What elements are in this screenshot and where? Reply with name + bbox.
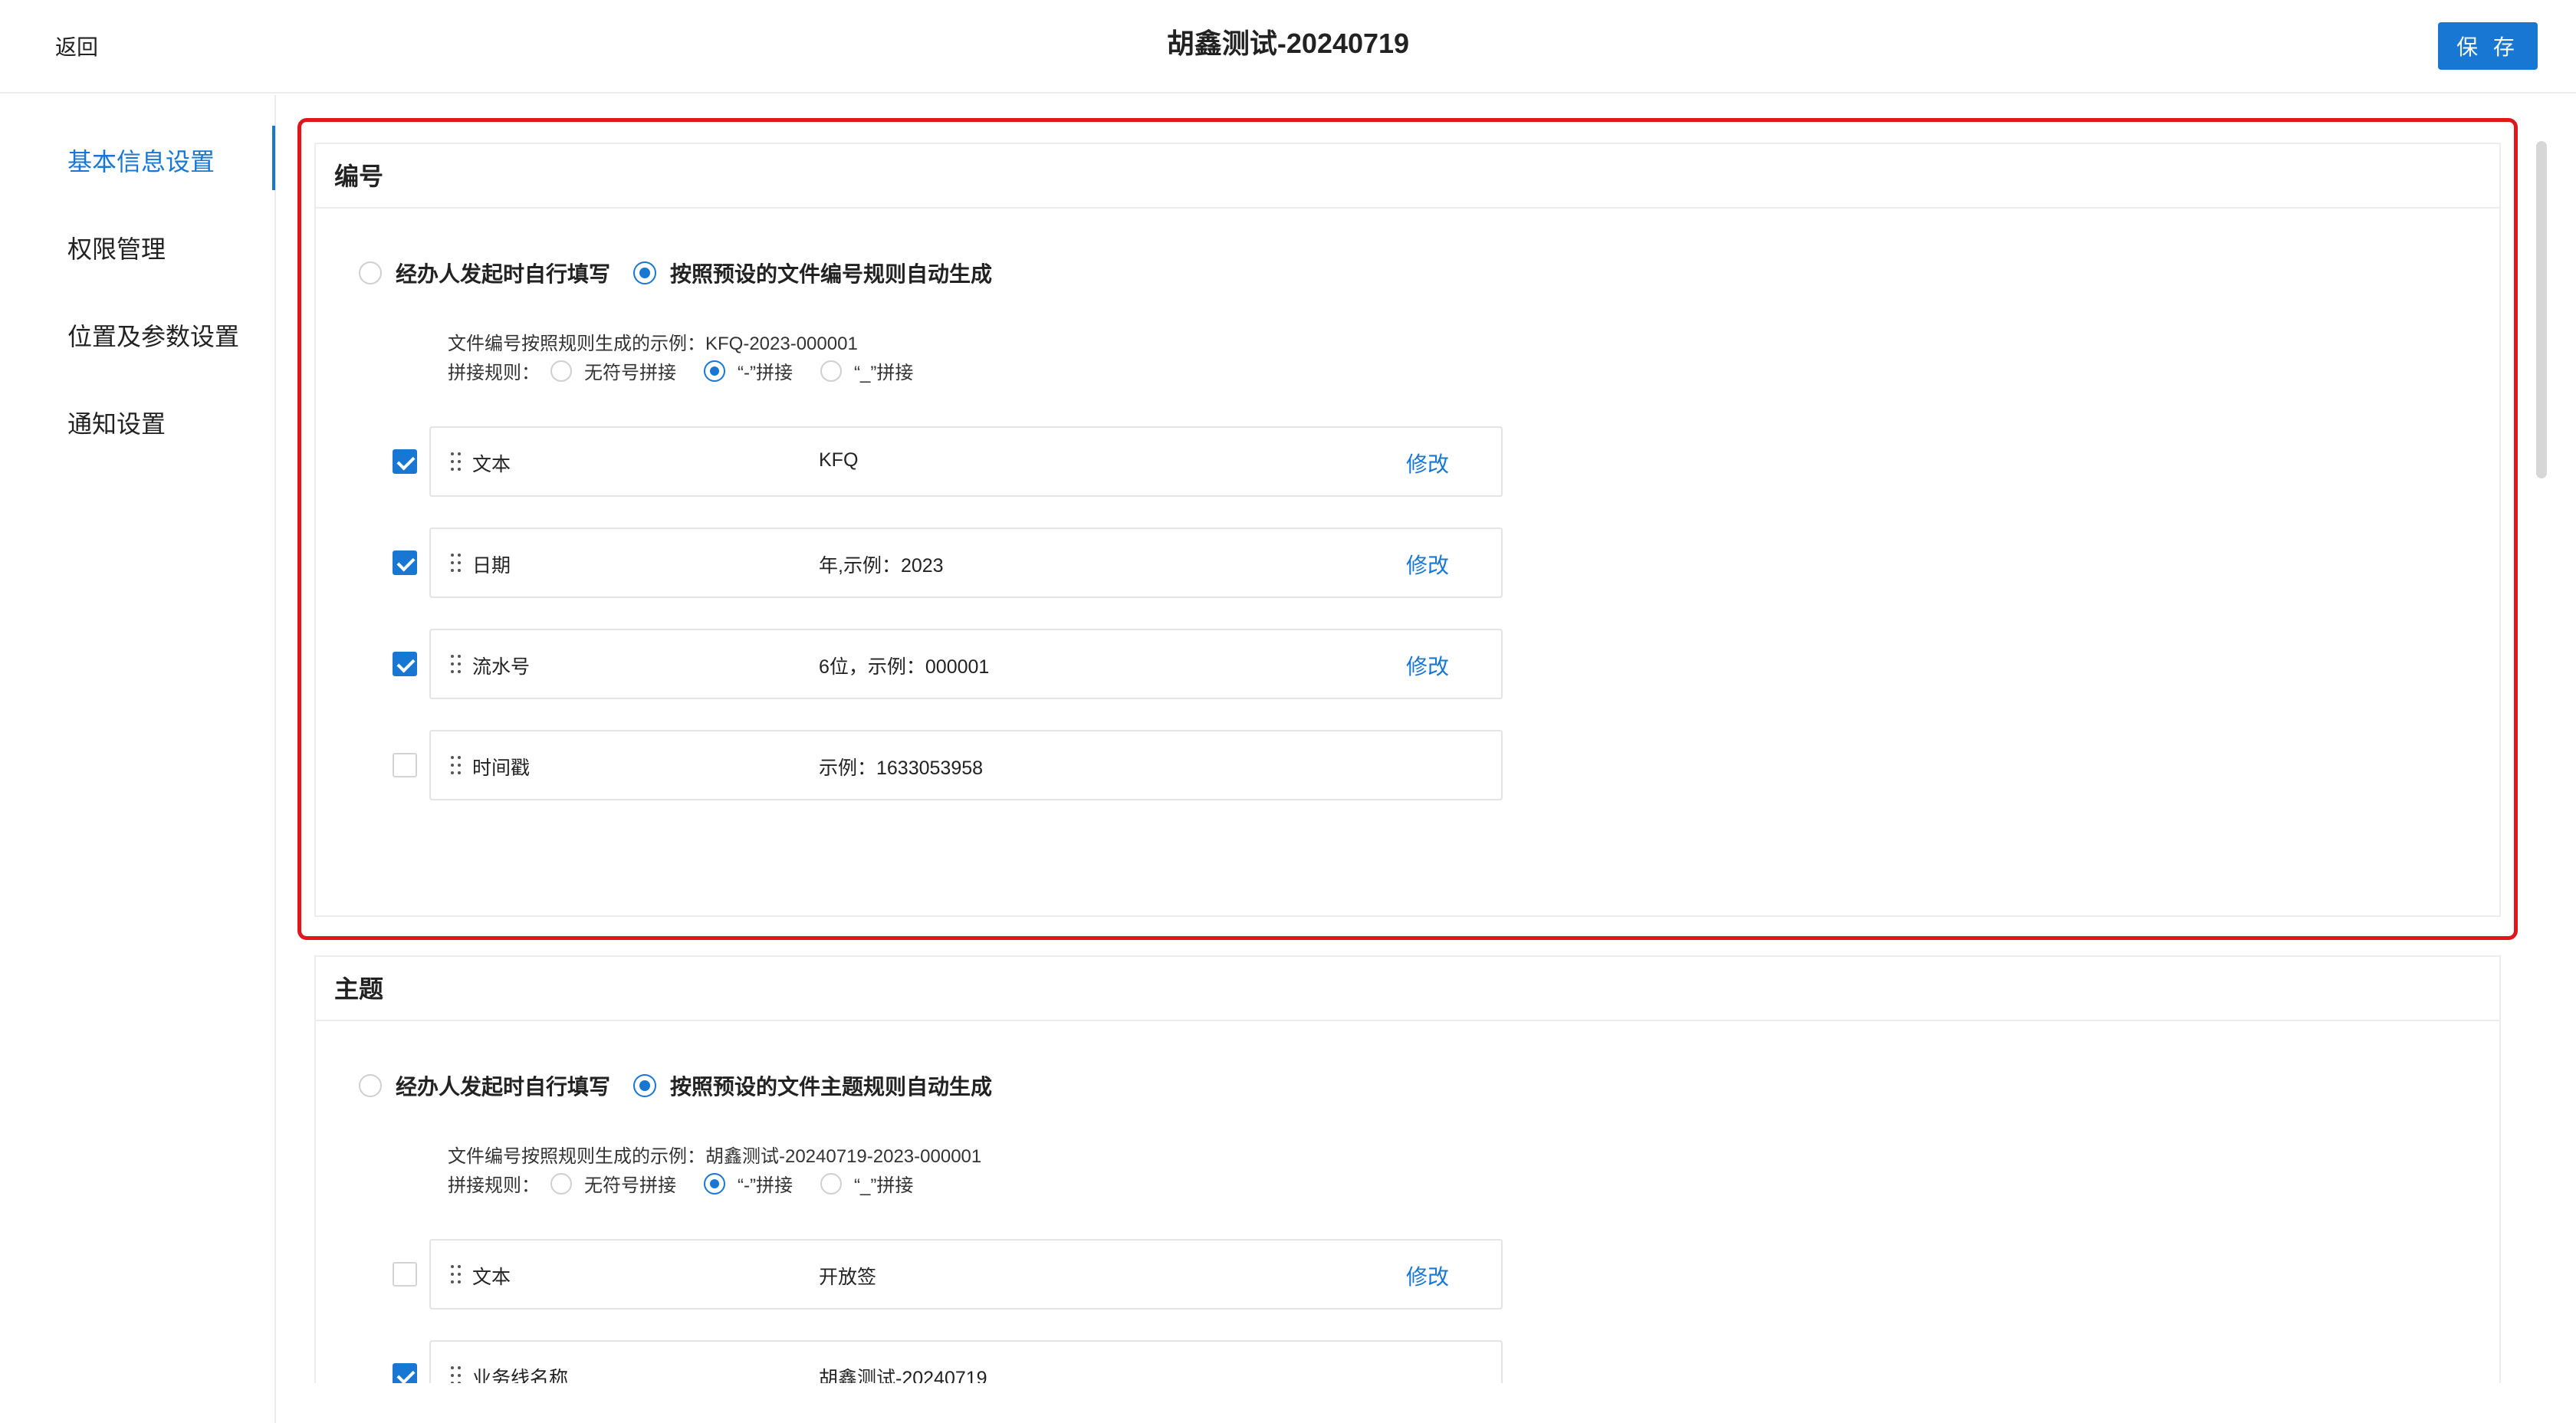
rule-name: 文本 — [472, 454, 511, 475]
drag-handle-icon[interactable] — [451, 452, 463, 472]
subject-mode-group: 经办人发起时自行填写 按照预设的文件主题规则自动生成 — [359, 1070, 1015, 1101]
settings-sidebar: 基本信息设置 权限管理 位置及参数设置 通知设置 — [0, 95, 276, 1423]
drag-handle-icon[interactable] — [451, 655, 463, 675]
top-bar: 返回 胡鑫测试-20240719 保 存 — [0, 0, 2576, 94]
join-option-underscore-label: “_”拼接 — [853, 363, 914, 383]
rule-value: 6位，示例：000001 — [819, 656, 990, 678]
rule-name: 业务线名称 — [472, 1368, 569, 1383]
rule-value: 胡鑫测试-20240719 — [819, 1368, 987, 1383]
join-option-dash[interactable]: “-”拼接 — [704, 1170, 793, 1197]
number-section-title: 编号 — [316, 144, 2499, 209]
rule-edit-link[interactable]: 修改 — [1406, 448, 1449, 478]
sidebar-active-indicator — [272, 126, 275, 190]
number-mode-auto[interactable]: 按照预设的文件编号规则自动生成 — [633, 258, 992, 288]
rule-value: 开放签 — [819, 1267, 877, 1288]
join-option-underscore[interactable]: “_”拼接 — [820, 1170, 913, 1197]
number-mode-auto-label: 按照预设的文件编号规则自动生成 — [670, 262, 993, 286]
rule-value: KFQ — [819, 449, 859, 471]
rule-item: 日期 年,示例：2023 修改 — [429, 527, 1503, 598]
rule-checkbox-serial[interactable] — [393, 652, 417, 676]
radio-join-underscore[interactable] — [820, 1172, 842, 1195]
subject-example: 文件编号按照规则生成的示例：胡鑫测试-20240719-2023-000001 — [448, 1146, 982, 1167]
radio-join-none[interactable] — [550, 360, 572, 382]
rule-row-serial: 流水号 6位，示例：000001 修改 — [393, 629, 1504, 699]
page-title: 胡鑫测试-20240719 — [1166, 28, 1410, 59]
number-mode-manual-label: 经办人发起时自行填写 — [396, 262, 611, 286]
radio-join-dash[interactable] — [704, 360, 725, 382]
join-option-none-label: 无符号拼接 — [584, 363, 676, 383]
rule-checkbox-text[interactable] — [393, 1262, 417, 1287]
save-button[interactable]: 保 存 — [2438, 22, 2538, 70]
join-option-underscore[interactable]: “_”拼接 — [820, 357, 913, 384]
join-option-underscore-label: “_”拼接 — [853, 1175, 914, 1196]
rule-checkbox-timestamp[interactable] — [393, 753, 417, 777]
subject-section-title: 主题 — [316, 957, 2499, 1021]
join-rule-label: 拼接规则： — [448, 363, 540, 383]
rule-item: 流水号 6位，示例：000001 修改 — [429, 629, 1503, 699]
number-mode-manual[interactable]: 经办人发起时自行填写 — [359, 258, 610, 288]
rule-row-timestamp: 时间戳 示例：1633053958 — [393, 730, 1504, 800]
rule-row-date: 日期 年,示例：2023 修改 — [393, 527, 1504, 598]
rule-name: 流水号 — [472, 656, 531, 678]
rule-row-text: 文本 KFQ 修改 — [393, 426, 1504, 497]
rule-row-text: 文本 开放签 修改 — [393, 1239, 1504, 1310]
number-join-rule: 拼接规则： 无符号拼接 “-”拼接 “_”拼接 — [448, 357, 930, 384]
scrollbar-thumb[interactable] — [2536, 141, 2547, 478]
join-option-none[interactable]: 无符号拼接 — [550, 357, 676, 384]
join-option-dash-label: “-”拼接 — [738, 363, 793, 383]
join-option-none[interactable]: 无符号拼接 — [550, 1170, 676, 1197]
rule-edit-link[interactable]: 修改 — [1406, 1260, 1449, 1291]
subject-mode-auto-label: 按照预设的文件主题规则自动生成 — [670, 1075, 993, 1099]
rule-row-business-line: 业务线名称 胡鑫测试-20240719 — [393, 1340, 1504, 1383]
rule-item: 业务线名称 胡鑫测试-20240719 — [429, 1340, 1503, 1383]
rule-checkbox-date[interactable] — [393, 550, 417, 575]
rule-edit-link[interactable]: 修改 — [1406, 650, 1449, 681]
drag-handle-icon[interactable] — [451, 554, 463, 573]
radio-join-underscore[interactable] — [820, 360, 842, 382]
subject-section: 主题 经办人发起时自行填写 按照预设的文件主题规则自动生成 文件编号按照规则生成… — [314, 955, 2501, 1383]
radio-join-none[interactable] — [550, 1172, 572, 1195]
rule-value: 示例：1633053958 — [819, 758, 984, 779]
rule-value: 年,示例：2023 — [819, 555, 944, 577]
number-mode-group: 经办人发起时自行填写 按照预设的文件编号规则自动生成 — [359, 258, 1015, 288]
rule-item: 时间戳 示例：1633053958 — [429, 730, 1503, 800]
sidebar-item-position-params[interactable]: 位置及参数设置 — [67, 317, 239, 353]
rule-checkbox-text[interactable] — [393, 449, 417, 474]
subject-mode-auto[interactable]: 按照预设的文件主题规则自动生成 — [633, 1070, 992, 1101]
subject-mode-manual-label: 经办人发起时自行填写 — [396, 1075, 611, 1099]
radio-manual[interactable] — [359, 261, 382, 284]
rule-item: 文本 开放签 修改 — [429, 1239, 1503, 1310]
rule-name: 日期 — [472, 555, 511, 577]
subject-join-rule: 拼接规则： 无符号拼接 “-”拼接 “_”拼接 — [448, 1170, 930, 1197]
radio-manual[interactable] — [359, 1074, 382, 1097]
subject-mode-manual[interactable]: 经办人发起时自行填写 — [359, 1070, 610, 1101]
join-rule-label: 拼接规则： — [448, 1175, 540, 1196]
drag-handle-icon[interactable] — [451, 756, 463, 776]
sidebar-item-notifications[interactable]: 通知设置 — [67, 405, 166, 440]
join-option-none-label: 无符号拼接 — [584, 1175, 676, 1196]
rule-checkbox-business-line[interactable] — [393, 1363, 417, 1383]
radio-join-dash[interactable] — [704, 1172, 725, 1195]
radio-auto[interactable] — [633, 261, 657, 284]
drag-handle-icon[interactable] — [451, 1265, 463, 1285]
rule-edit-link[interactable]: 修改 — [1406, 549, 1449, 580]
rule-item: 文本 KFQ 修改 — [429, 426, 1503, 497]
number-section: 编号 经办人发起时自行填写 按照预设的文件编号规则自动生成 文件编号按照规则生成… — [314, 143, 2501, 917]
join-option-dash-label: “-”拼接 — [738, 1175, 793, 1196]
drag-handle-icon[interactable] — [451, 1366, 463, 1383]
sidebar-item-permissions[interactable]: 权限管理 — [67, 230, 166, 265]
number-example: 文件编号按照规则生成的示例：KFQ-2023-000001 — [448, 334, 858, 354]
rule-name: 时间戳 — [472, 758, 531, 779]
main-content: 编号 经办人发起时自行填写 按照预设的文件编号规则自动生成 文件编号按照规则生成… — [278, 95, 2532, 1383]
radio-auto[interactable] — [633, 1074, 657, 1097]
rule-name: 文本 — [472, 1267, 511, 1288]
join-option-dash[interactable]: “-”拼接 — [704, 357, 793, 384]
sidebar-item-basic-info[interactable]: 基本信息设置 — [67, 143, 215, 178]
